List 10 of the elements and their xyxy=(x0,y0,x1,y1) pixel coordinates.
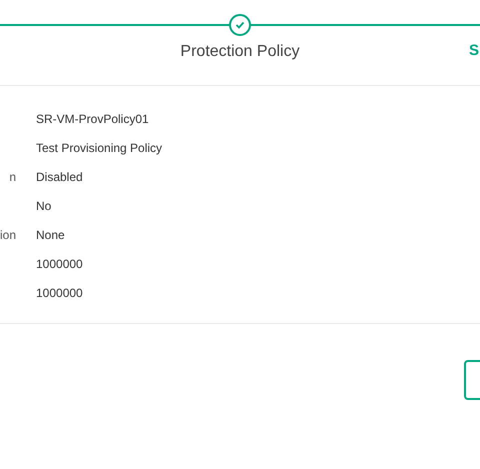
field-value: No xyxy=(36,198,52,214)
field-value: Test Provisioning Policy xyxy=(36,140,162,156)
field-value: SR-VM-ProvPolicy01 xyxy=(36,110,149,128)
field-label: ion xyxy=(0,226,16,244)
step-label[interactable]: Protection Policy xyxy=(180,40,300,64)
field-value: None xyxy=(36,226,65,244)
field-label: n xyxy=(9,168,16,186)
field-value: 1000000 xyxy=(36,256,83,272)
field-value: 1000000 xyxy=(36,284,83,302)
field-value: Disabled xyxy=(36,168,83,186)
